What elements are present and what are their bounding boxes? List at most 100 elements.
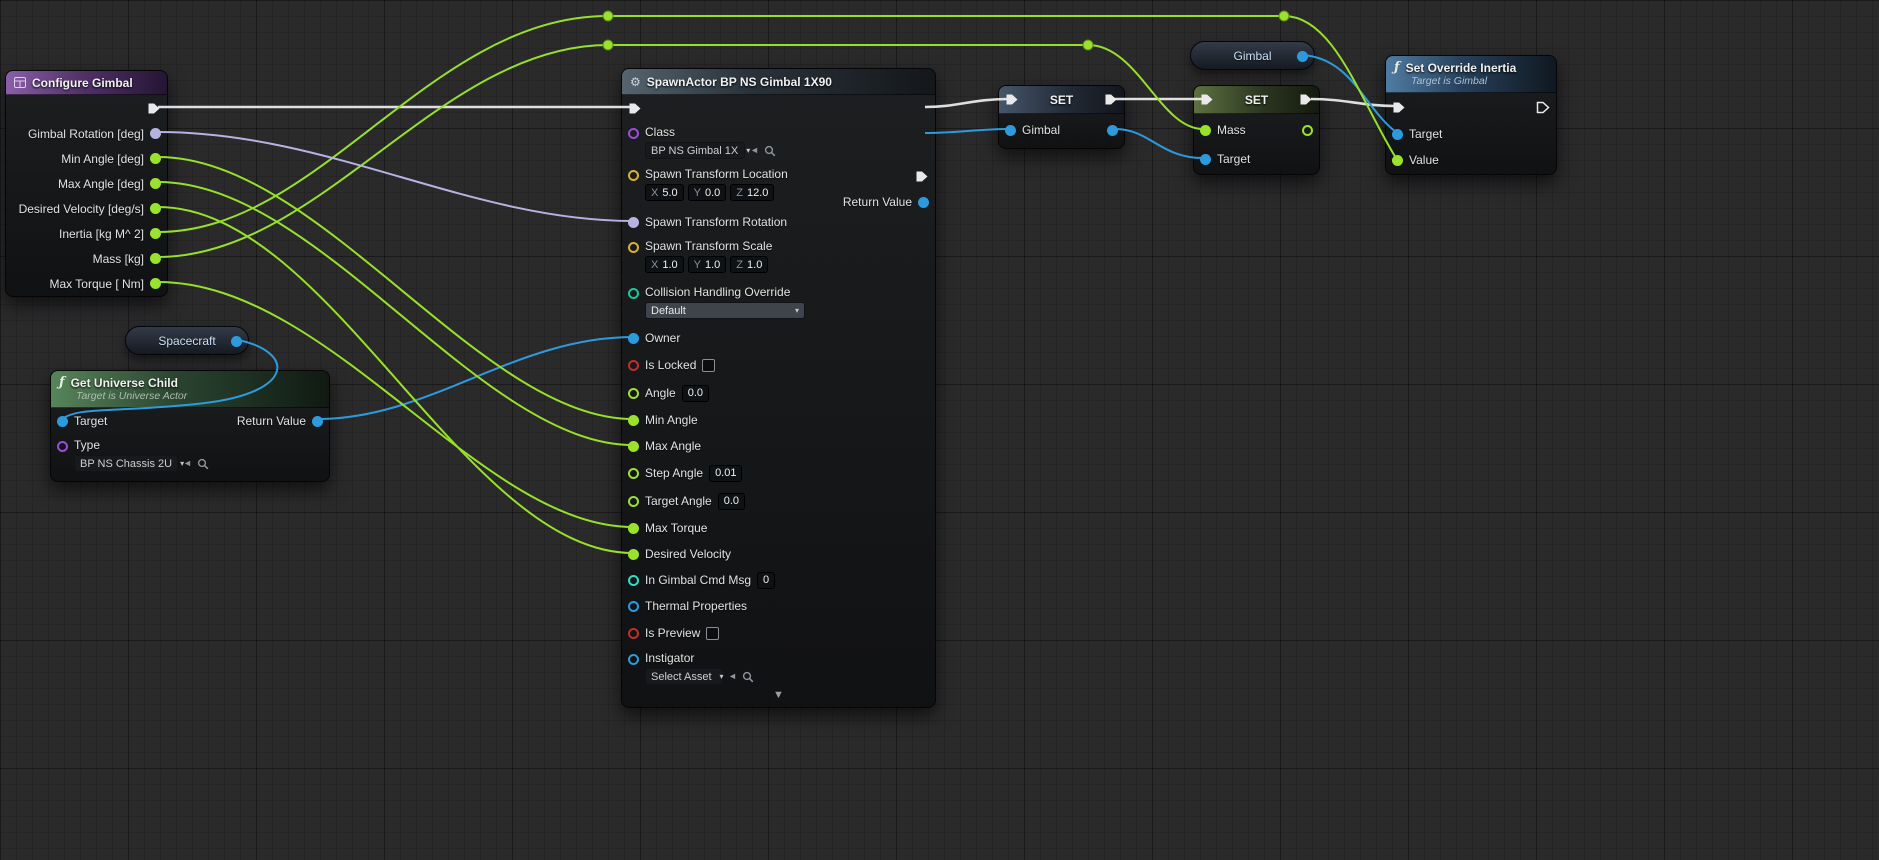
thermal-properties-in-pin[interactable]: [628, 601, 639, 612]
scale-x-field[interactable]: X1.0: [645, 256, 684, 273]
type-in-pin[interactable]: [57, 441, 68, 452]
gimbal-rotation-out-pin[interactable]: [150, 128, 161, 139]
max-torque-in-pin[interactable]: [628, 523, 639, 534]
exec-out-pin[interactable]: [1536, 101, 1550, 114]
mass-out-pin[interactable]: [150, 253, 161, 264]
browse-asset-icon[interactable]: [742, 671, 754, 683]
node-header[interactable]: Configure Gimbal: [6, 71, 167, 95]
inertia-out-pin[interactable]: [150, 228, 161, 239]
angle-field[interactable]: 0.0: [682, 385, 709, 402]
return-value-out-pin[interactable]: [918, 197, 929, 208]
exec-in-pin[interactable]: [1200, 93, 1214, 106]
scale-y-field[interactable]: Y1.0: [688, 256, 727, 273]
exec-out-pin[interactable]: [915, 170, 929, 183]
variable-label: Spacecraft: [158, 334, 215, 348]
max-angle-in-pin[interactable]: [628, 441, 639, 452]
exec-in-pin[interactable]: [628, 102, 642, 115]
min-angle-in-pin[interactable]: [628, 415, 639, 426]
owner-in-pin[interactable]: [628, 333, 639, 344]
max-angle-out-pin[interactable]: [150, 178, 161, 189]
reroute-node[interactable]: [603, 11, 613, 21]
spawn-location-in-pin[interactable]: [628, 170, 639, 181]
collapsed-graph-icon: [14, 77, 26, 88]
node-header[interactable]: SET: [999, 86, 1124, 114]
blueprint-graph-canvas[interactable]: { "colors": { "exec": "#e8e8e8", "float"…: [0, 0, 1879, 860]
location-y-field[interactable]: Y0.0: [688, 184, 727, 201]
instigator-asset-dropdown[interactable]: Select Asset ▾: [645, 668, 723, 685]
exec-out-pin[interactable]: [1299, 93, 1313, 106]
target-angle-in-pin[interactable]: [628, 496, 639, 507]
node-header[interactable]: ⚙ SpawnActor BP NS Gimbal 1X90: [622, 69, 935, 95]
target-in-pin[interactable]: [57, 416, 68, 427]
collision-handling-dropdown[interactable]: Default ▾: [645, 302, 805, 319]
node-get-universe-child[interactable]: ƒ Get Universe Child Target is Universe …: [50, 370, 330, 482]
spacecraft-out-pin[interactable]: [231, 336, 242, 347]
reroute-node[interactable]: [603, 40, 613, 50]
instigator-in-pin[interactable]: [628, 654, 639, 665]
min-angle-out-pin[interactable]: [150, 153, 161, 164]
browse-asset-icon[interactable]: [197, 458, 209, 470]
gimbal-cmd-msg-in-pin[interactable]: [628, 575, 639, 586]
step-angle-field[interactable]: 0.01: [709, 465, 742, 482]
node-header[interactable]: ƒ Get Universe Child Target is Universe …: [51, 371, 329, 408]
is-locked-row: Is Locked: [622, 351, 935, 379]
return-value-out-pin[interactable]: [312, 416, 323, 427]
pin-label: Thermal Properties: [645, 599, 747, 613]
is-preview-in-pin[interactable]: [628, 628, 639, 639]
browse-asset-icon[interactable]: [764, 145, 776, 157]
spawn-scale-in-pin[interactable]: [628, 242, 639, 253]
is-preview-checkbox[interactable]: [706, 627, 719, 640]
pin-label: Desired Velocity: [645, 547, 731, 561]
is-locked-checkbox[interactable]: [702, 359, 715, 372]
is-locked-in-pin[interactable]: [628, 360, 639, 371]
use-selected-asset-icon[interactable]: ◄: [750, 146, 759, 155]
variable-label: Gimbal: [1233, 49, 1271, 63]
exec-in-pin[interactable]: [1005, 93, 1019, 106]
scale-z-field[interactable]: Z1.0: [730, 256, 768, 273]
desired-velocity-out-pin[interactable]: [150, 203, 161, 214]
expand-node-chevron-icon[interactable]: ▼: [622, 689, 935, 707]
node-set-override-inertia[interactable]: ƒ Set Override Inertia Target is Gimbal …: [1385, 55, 1557, 175]
location-z-field[interactable]: Z12.0: [730, 184, 774, 201]
use-selected-asset-icon[interactable]: ◄: [183, 459, 192, 468]
gimbal-out-pin[interactable]: [1297, 51, 1308, 62]
gimbal-out-pin[interactable]: [1107, 125, 1118, 136]
node-configure-gimbal[interactable]: Configure Gimbal Gimbal Rotation [deg] M…: [5, 70, 168, 297]
target-in-pin[interactable]: [1200, 154, 1211, 165]
node-set-gimbal[interactable]: SET Gimbal: [998, 85, 1125, 149]
class-dropdown[interactable]: BP NS Gimbal 1X ▾: [645, 142, 745, 159]
node-header[interactable]: ƒ Set Override Inertia Target is Gimbal: [1386, 56, 1556, 93]
max-torque-out-pin[interactable]: [150, 278, 161, 289]
mass-in-pin[interactable]: [1200, 125, 1211, 136]
use-selected-asset-icon[interactable]: ◄: [728, 672, 737, 681]
reroute-node[interactable]: [1279, 11, 1289, 21]
desired-velocity-in-pin[interactable]: [628, 549, 639, 560]
thermal-properties-row: Thermal Properties: [622, 593, 935, 619]
type-class-dropdown[interactable]: BP NS Chassis 2U ▾: [74, 455, 178, 472]
angle-in-pin[interactable]: [628, 388, 639, 399]
collision-handling-in-pin[interactable]: [628, 288, 639, 299]
step-angle-in-pin[interactable]: [628, 468, 639, 479]
variable-get-spacecraft[interactable]: Spacecraft: [125, 326, 249, 355]
output-row: Min Angle [deg]: [6, 146, 167, 171]
node-set-mass[interactable]: SET Mass Target: [1193, 85, 1320, 175]
pin-label: In Gimbal Cmd Msg: [645, 573, 751, 587]
value-in-pin[interactable]: [1392, 155, 1403, 166]
output-row: Desired Velocity [deg/s]: [6, 196, 167, 221]
gimbal-cmd-msg-field[interactable]: 0: [757, 572, 775, 589]
gimbal-in-pin[interactable]: [1005, 125, 1016, 136]
class-in-pin[interactable]: [628, 128, 639, 139]
target-angle-field[interactable]: 0.0: [718, 493, 745, 510]
location-x-field[interactable]: X5.0: [645, 184, 684, 201]
node-spawnactor-bp-ns-gimbal[interactable]: ⚙ SpawnActor BP NS Gimbal 1X90 Return Va…: [621, 68, 936, 708]
spawn-rotation-in-pin[interactable]: [628, 217, 639, 228]
exec-out-pin[interactable]: [147, 102, 161, 115]
node-header[interactable]: SET: [1194, 86, 1319, 114]
exec-out-pin[interactable]: [1104, 93, 1118, 106]
reroute-node[interactable]: [1083, 40, 1093, 50]
variable-get-gimbal[interactable]: Gimbal: [1190, 41, 1315, 70]
target-in-pin[interactable]: [1392, 129, 1403, 140]
mass-out-pin[interactable]: [1302, 125, 1313, 136]
pin-label: Return Value: [843, 195, 912, 209]
exec-in-pin[interactable]: [1392, 101, 1406, 114]
